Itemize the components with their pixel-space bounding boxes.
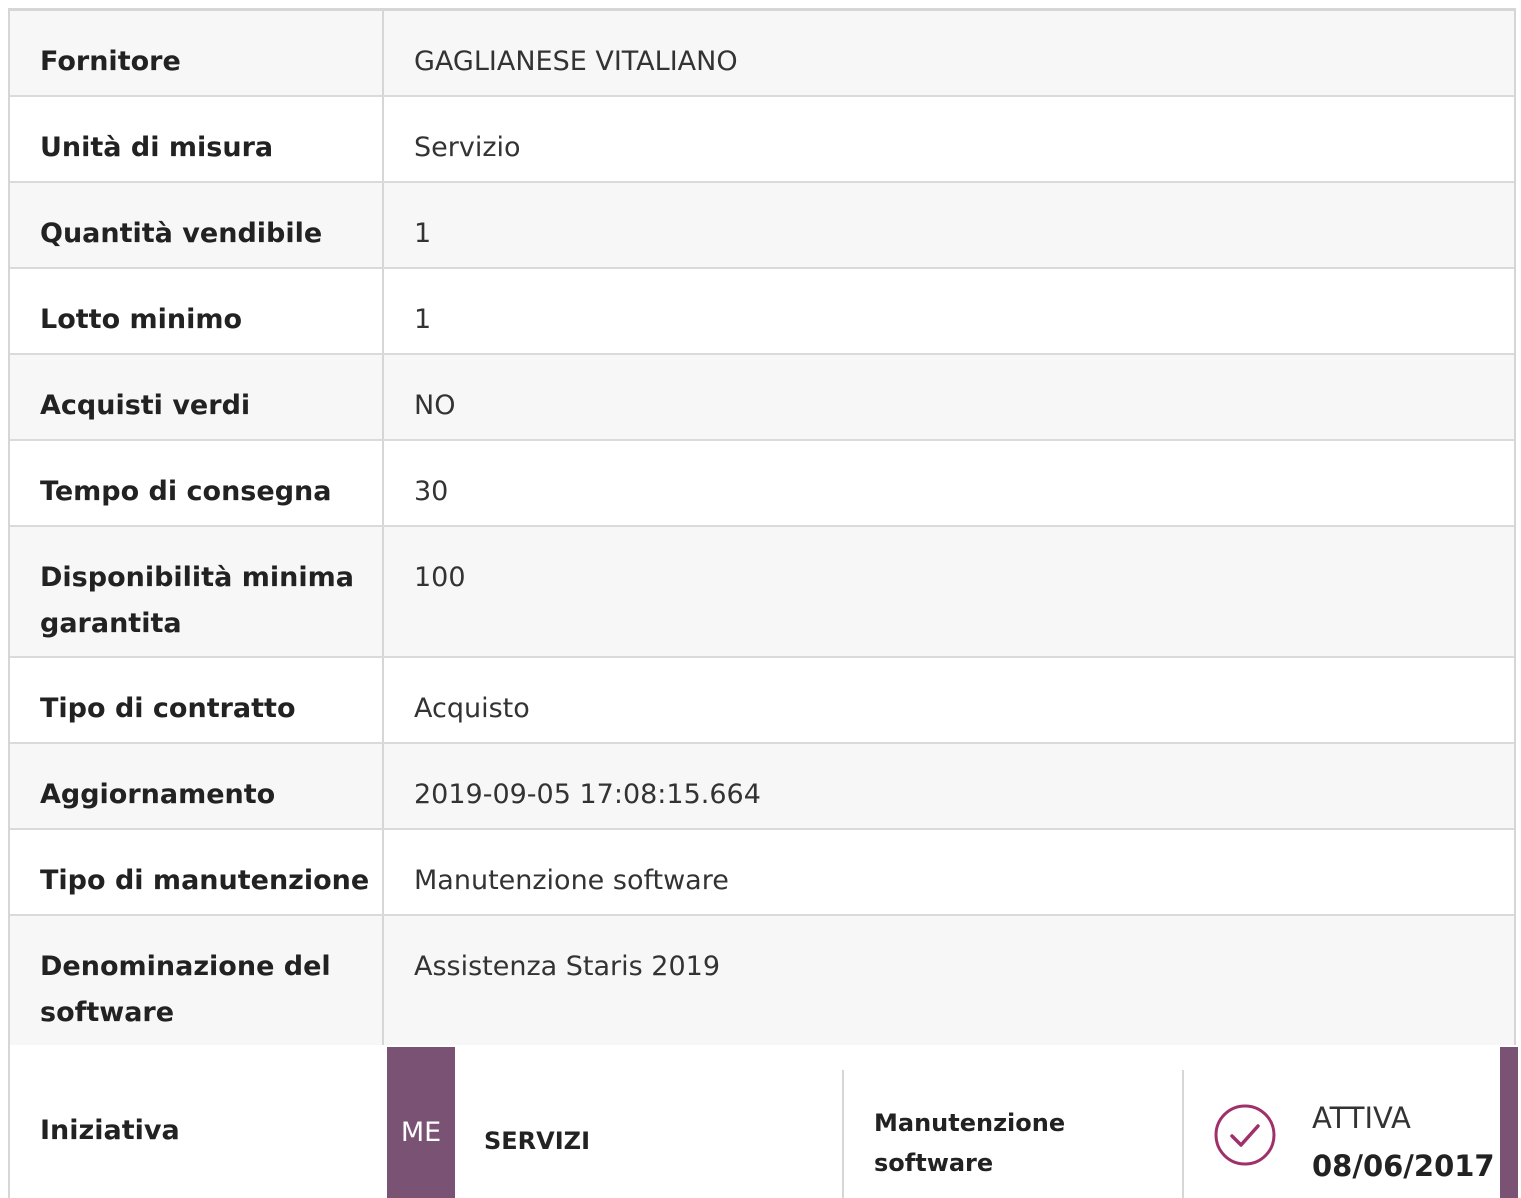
- divider: [1182, 1070, 1184, 1198]
- row-label: Denominazione del software: [10, 916, 384, 1045]
- initiative-category: SERVIZI: [484, 1127, 590, 1155]
- table-row: Lotto minimo 1: [10, 269, 1514, 355]
- table-row: Aggiornamento 2019-09-05 17:08:15.664: [10, 744, 1514, 830]
- initiative-badge: ME: [387, 1047, 455, 1198]
- initiative-status: ATTIVA: [1312, 1101, 1411, 1135]
- table-row: Denominazione del software Assistenza St…: [10, 916, 1514, 1047]
- product-details-table: Fornitore GAGLIANESE VITALIANO Unità di …: [8, 8, 1516, 1047]
- initiative-label: Iniziativa: [40, 1115, 180, 1146]
- row-label: Lotto minimo: [10, 269, 384, 353]
- row-label: Acquisti verdi: [10, 355, 384, 439]
- table-row: Tempo di consegna 30: [10, 441, 1514, 527]
- table-row: Tipo di contratto Acquisto: [10, 658, 1514, 744]
- initiative-date: 08/06/2017: [1312, 1149, 1495, 1183]
- table-row: Fornitore GAGLIANESE VITALIANO: [10, 11, 1514, 97]
- row-value: Assistenza Staris 2019: [414, 951, 721, 982]
- row-value: NO: [414, 390, 456, 421]
- table-row: Unità di misura Servizio: [10, 97, 1514, 183]
- table-row: Tipo di manutenzione Manutenzione softwa…: [10, 830, 1514, 916]
- row-value: 30: [414, 476, 449, 507]
- row-label: Tipo di manutenzione: [10, 830, 384, 914]
- table-row: Quantità vendibile 1: [10, 183, 1514, 269]
- row-value: 1: [414, 218, 432, 249]
- row-label: Tempo di consegna: [10, 441, 384, 525]
- row-label: Aggiornamento: [10, 744, 384, 828]
- accent-bar: [1500, 1047, 1518, 1198]
- row-value: 100: [414, 562, 466, 593]
- initiative-row: Iniziativa ME SERVIZI Manutenzione softw…: [8, 1045, 1518, 1198]
- row-value: Acquisto: [414, 693, 530, 724]
- table-row: Acquisti verdi NO: [10, 355, 1514, 441]
- row-value: GAGLIANESE VITALIANO: [414, 46, 738, 77]
- row-label: Tipo di contratto: [10, 658, 384, 742]
- row-label: Unità di misura: [10, 97, 384, 181]
- row-label: Quantità vendibile: [10, 183, 384, 267]
- row-label: Disponibilità minima garantita: [10, 527, 384, 656]
- row-value: Servizio: [414, 132, 521, 163]
- row-value: 2019-09-05 17:08:15.664: [414, 779, 761, 810]
- check-circle-icon: [1214, 1104, 1276, 1166]
- initiative-name[interactable]: Manutenzione software: [874, 1103, 1134, 1183]
- row-value: 1: [414, 304, 432, 335]
- table-row: Disponibilità minima garantita 100: [10, 527, 1514, 658]
- divider: [842, 1070, 844, 1198]
- row-label: Fornitore: [10, 11, 384, 95]
- row-value: Manutenzione software: [414, 865, 729, 896]
